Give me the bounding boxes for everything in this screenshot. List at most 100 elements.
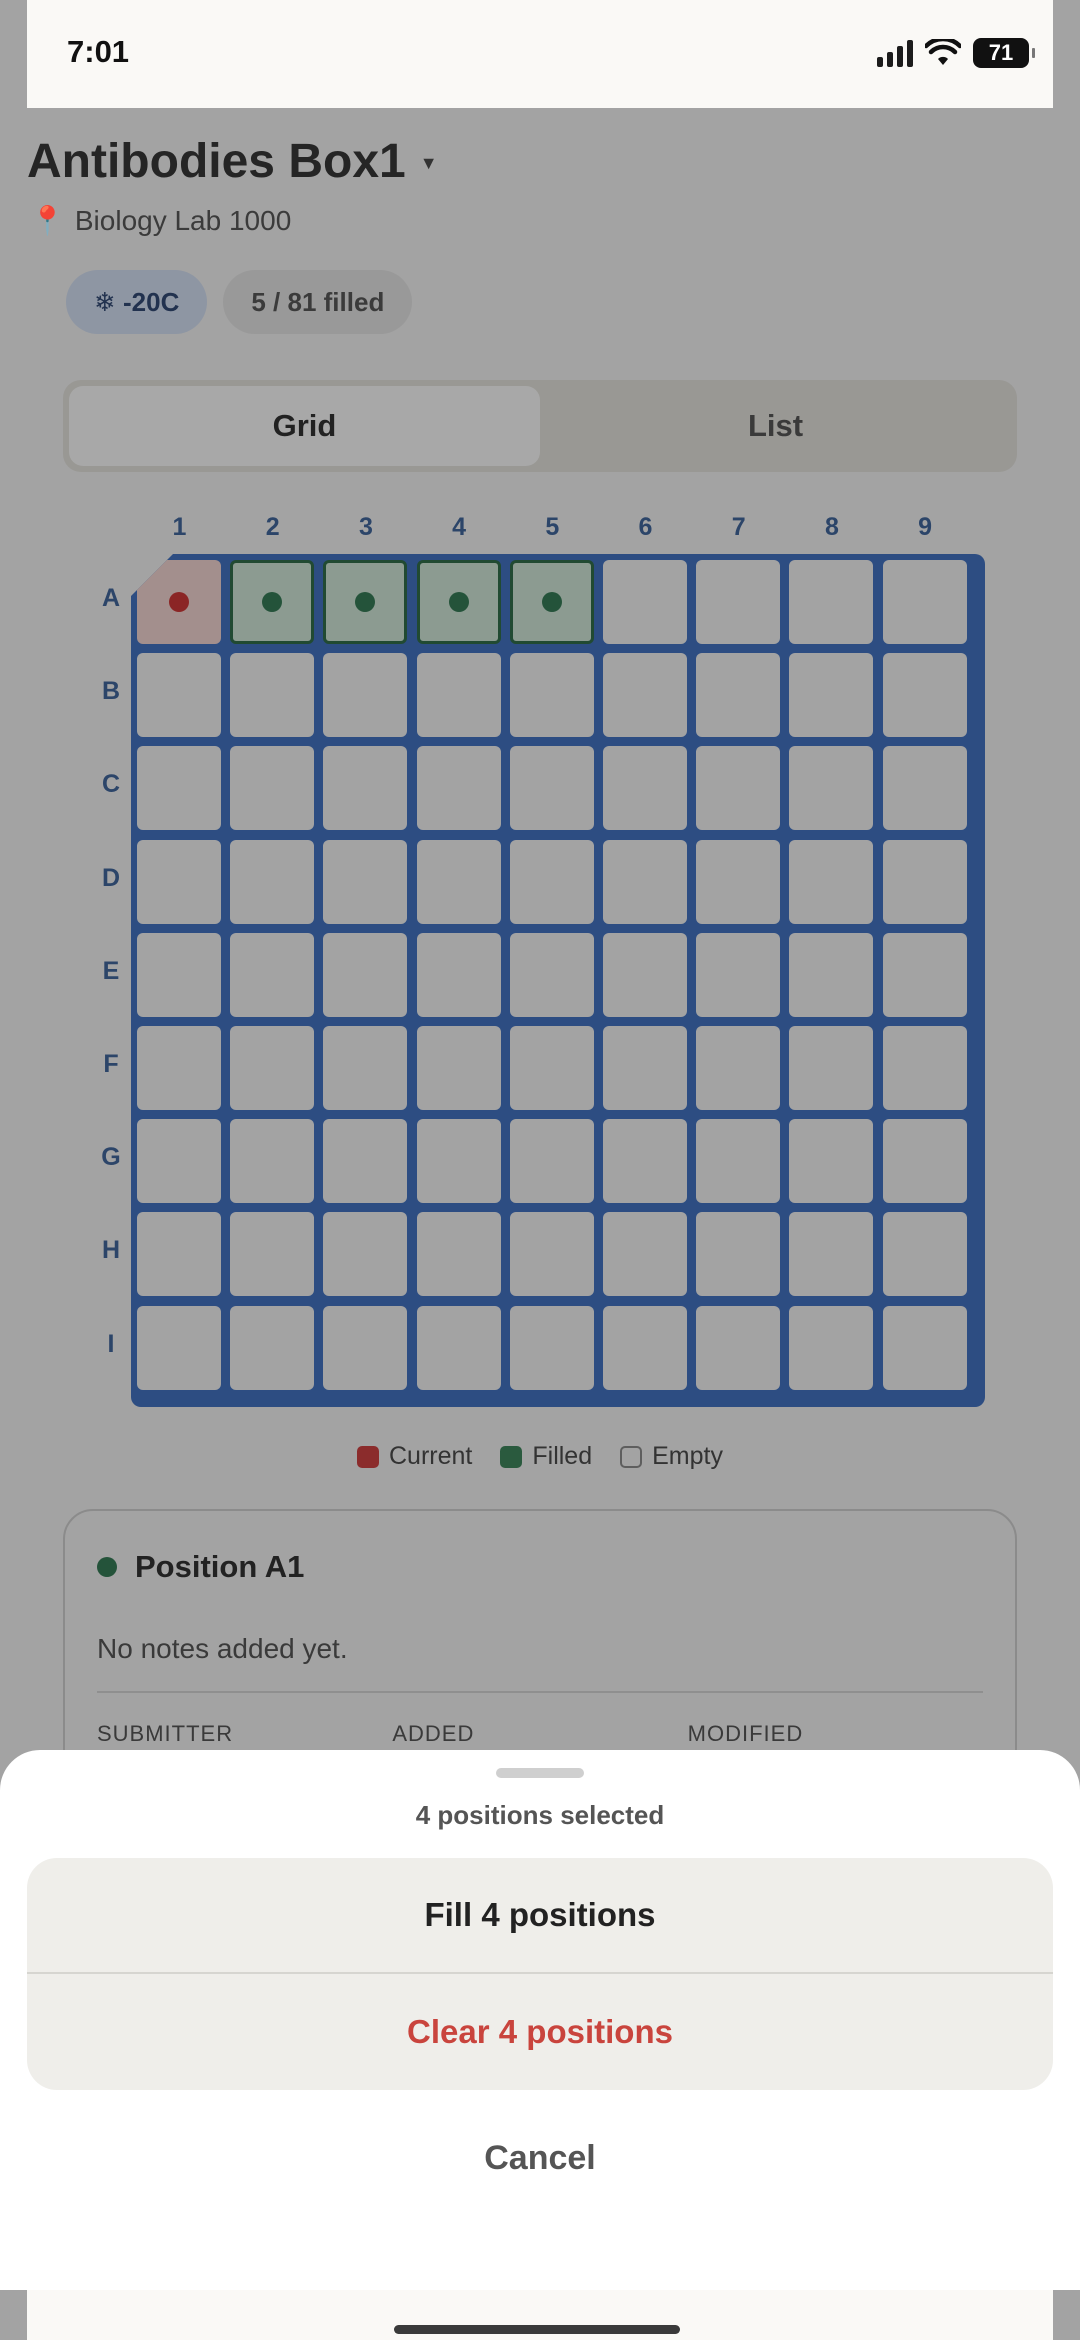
grid-cell-h6[interactable] (603, 1212, 687, 1297)
battery-icon: 71 (973, 38, 1035, 68)
chevron-down-icon: ▼ (419, 153, 438, 173)
grid-cell-e6[interactable] (603, 932, 687, 1017)
grid-cell-a2[interactable] (230, 560, 315, 644)
grid-cell-h8[interactable] (789, 1212, 874, 1297)
grid-cell-d2[interactable] (230, 839, 315, 924)
grid-cell-h2[interactable] (230, 1212, 315, 1297)
grid-cell-c1[interactable] (137, 746, 221, 831)
grid-cell-b7[interactable] (696, 653, 781, 738)
grid-cell-c3[interactable] (323, 746, 408, 831)
wifi-icon (925, 39, 961, 65)
grid-cell-i6[interactable] (603, 1305, 687, 1390)
grid-cell-d5[interactable] (509, 839, 594, 924)
grid-cell-h5[interactable] (509, 1212, 594, 1297)
grid-cell-d4[interactable] (416, 839, 501, 924)
grid-cell-f6[interactable] (603, 1026, 687, 1110)
grid-cell-a1[interactable] (137, 560, 221, 644)
grid-cell-i5[interactable] (509, 1305, 594, 1390)
grid-cell-d3[interactable] (323, 839, 408, 924)
grid-cell-i7[interactable] (696, 1305, 781, 1390)
grid-cell-e2[interactable] (230, 932, 315, 1017)
grid-cell-a8[interactable] (789, 560, 874, 644)
grid-cell-g2[interactable] (230, 1119, 315, 1204)
grid-cell-a6[interactable] (603, 560, 687, 644)
cancel-button[interactable]: Cancel (0, 2108, 1080, 2208)
grid-cell-f4[interactable] (416, 1026, 501, 1110)
grid-cell-g6[interactable] (603, 1119, 687, 1204)
grid-cell-f1[interactable] (137, 1026, 221, 1110)
grid-cell-e1[interactable] (137, 932, 221, 1017)
grid-cell-c9[interactable] (882, 746, 967, 831)
grid-cell-g4[interactable] (416, 1119, 501, 1204)
grid-cell-c8[interactable] (789, 746, 874, 831)
grid-cell-g7[interactable] (696, 1119, 781, 1204)
grid-cell-f2[interactable] (230, 1026, 315, 1110)
column-label: 5 (545, 513, 560, 541)
filled-dot (448, 592, 469, 612)
grid-cell-d6[interactable] (603, 839, 687, 924)
view-toggle: Grid List (63, 380, 1017, 472)
grid-cell-e5[interactable] (509, 932, 594, 1017)
grid-cell-d7[interactable] (696, 839, 781, 924)
grid-cell-g5[interactable] (509, 1119, 594, 1204)
grid-cell-e8[interactable] (789, 932, 874, 1017)
grid-cell-i1[interactable] (137, 1305, 221, 1390)
grid-cell-h9[interactable] (882, 1212, 967, 1297)
tab-list[interactable]: List (540, 386, 1011, 466)
fill-count-badge: 5 / 81 filled (223, 270, 413, 334)
grid-cell-a3[interactable] (323, 560, 408, 644)
grid-cell-e3[interactable] (323, 932, 408, 1017)
grid-cell-g3[interactable] (323, 1119, 408, 1204)
grid-cell-a7[interactable] (696, 560, 781, 644)
grid-cell-b3[interactable] (323, 653, 408, 738)
grid-cell-d9[interactable] (882, 839, 967, 924)
tab-grid[interactable]: Grid (69, 386, 540, 466)
grid-cell-h4[interactable] (416, 1212, 501, 1297)
grid-cell-i3[interactable] (323, 1305, 408, 1390)
grid-cell-b4[interactable] (416, 653, 501, 738)
grid-cell-e9[interactable] (882, 932, 967, 1017)
grid-cell-i4[interactable] (416, 1305, 501, 1390)
submitter-label: SUBMITTER (97, 1721, 234, 1746)
modified-label: MODIFIED (687, 1721, 804, 1746)
grid-cell-b2[interactable] (230, 653, 315, 738)
column-label: 4 (452, 513, 467, 541)
grid-cell-g8[interactable] (789, 1119, 874, 1204)
grid-cell-f3[interactable] (323, 1026, 408, 1110)
grid-cell-h3[interactable] (323, 1212, 408, 1297)
grid-cell-c5[interactable] (509, 746, 594, 831)
grid-cell-c6[interactable] (603, 746, 687, 831)
clear-positions-button[interactable]: Clear 4 positions (27, 1974, 1053, 2090)
grid-cell-d8[interactable] (789, 839, 874, 924)
grid-cell-h7[interactable] (696, 1212, 781, 1297)
grid-cell-b1[interactable] (137, 653, 221, 738)
grid-cell-f7[interactable] (696, 1026, 781, 1110)
grid-cell-c4[interactable] (416, 746, 501, 831)
grid-cell-c2[interactable] (230, 746, 315, 831)
sheet-handle[interactable] (496, 1768, 584, 1778)
grid-cell-i2[interactable] (230, 1305, 315, 1390)
grid-cell-e4[interactable] (416, 932, 501, 1017)
grid-cell-g1[interactable] (137, 1119, 221, 1204)
box-selector[interactable]: Antibodies Box1 ▼ (27, 134, 438, 189)
grid-cell-i9[interactable] (882, 1305, 967, 1390)
grid-cell-b5[interactable] (509, 653, 594, 738)
grid-cell-f8[interactable] (789, 1026, 874, 1110)
home-indicator[interactable] (394, 2325, 680, 2334)
grid-cell-e7[interactable] (696, 932, 781, 1017)
grid-cell-a4[interactable] (416, 560, 501, 644)
grid-cell-h1[interactable] (137, 1212, 221, 1297)
grid-cell-b9[interactable] (882, 653, 967, 738)
grid-cell-d1[interactable] (137, 839, 221, 924)
fill-positions-button[interactable]: Fill 4 positions (27, 1858, 1053, 1974)
grid-cell-b8[interactable] (789, 653, 874, 738)
grid-cell-a5[interactable] (509, 560, 594, 644)
grid-cell-a9[interactable] (882, 560, 967, 644)
grid-cell-g9[interactable] (882, 1119, 967, 1204)
grid-cell-f5[interactable] (509, 1026, 594, 1110)
status-dot (97, 1557, 117, 1577)
grid-cell-i8[interactable] (789, 1305, 874, 1390)
grid-cell-c7[interactable] (696, 746, 781, 831)
grid-cell-f9[interactable] (882, 1026, 967, 1110)
grid-cell-b6[interactable] (603, 653, 687, 738)
